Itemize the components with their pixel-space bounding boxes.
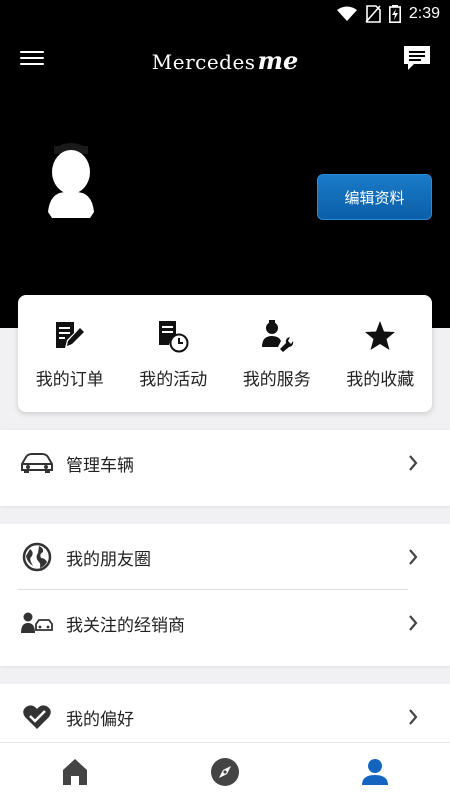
user-icon — [362, 758, 388, 785]
vehicles-section: 管理车辆 — [0, 430, 450, 506]
chevron-right-icon — [409, 615, 418, 631]
followed-dealers-row[interactable]: 我关注的经销商 — [0, 590, 450, 656]
nav-discover[interactable] — [150, 743, 300, 800]
preferences-section: 我的偏好 — [0, 684, 450, 742]
chevron-right-icon — [409, 709, 418, 725]
avatar[interactable] — [44, 142, 98, 222]
quick-label-activities: 我的活动 — [139, 370, 208, 390]
edit-profile-button[interactable]: 编辑资料 — [317, 174, 432, 220]
compass-icon — [211, 757, 239, 786]
friends-circle-label: 我的朋友圈 — [66, 549, 151, 570]
quick-item-favorites[interactable]: 我的收藏 — [329, 295, 433, 412]
quick-item-services[interactable]: 我的服务 — [225, 295, 329, 412]
nav-home[interactable] — [0, 743, 150, 800]
followed-dealers-label: 我关注的经销商 — [66, 615, 185, 636]
profile-header: Mercedesme 编辑资料 — [0, 28, 450, 328]
wifi-icon — [336, 6, 357, 21]
preferences-label: 我的偏好 — [66, 709, 134, 730]
activity-clock-icon — [159, 321, 189, 353]
logo-suffix: me — [257, 46, 299, 75]
message-icon[interactable] — [402, 44, 432, 72]
car-icon — [21, 453, 53, 473]
quick-label-favorites: 我的收藏 — [346, 370, 415, 390]
quick-item-activities[interactable]: 我的活动 — [122, 295, 226, 412]
status-time: 2:39 — [408, 5, 440, 22]
heart-icon — [23, 705, 51, 729]
battery-icon — [388, 5, 401, 23]
no-sim-icon — [365, 5, 381, 23]
chevron-right-icon — [409, 455, 418, 471]
quick-item-orders[interactable]: 我的订单 — [18, 295, 122, 412]
manage-vehicles-label: 管理车辆 — [66, 455, 134, 476]
status-bar: 2:39 — [0, 0, 450, 28]
service-wrench-icon — [261, 320, 293, 352]
home-icon — [63, 758, 87, 785]
logo-text: Mercedes — [151, 50, 256, 74]
chevron-right-icon — [409, 549, 418, 565]
app-logo: Mercedesme — [0, 46, 450, 75]
friends-circle-row[interactable]: 我的朋友圈 — [0, 524, 450, 590]
manage-vehicles-row[interactable]: 管理车辆 — [0, 430, 450, 496]
social-section: 我的朋友圈 我关注的经销商 — [0, 524, 450, 666]
quick-label-orders: 我的订单 — [35, 370, 104, 390]
star-icon — [365, 321, 396, 350]
nav-profile[interactable] — [300, 743, 450, 800]
preferences-row[interactable]: 我的偏好 — [0, 684, 450, 742]
dealer-icon — [21, 612, 53, 633]
bottom-nav — [0, 742, 450, 800]
order-edit-icon — [55, 322, 84, 348]
globe-icon — [22, 542, 52, 572]
quick-label-services: 我的服务 — [242, 370, 311, 390]
quick-actions-card: 我的订单 我的活动 我的服务 我的收藏 — [18, 295, 432, 412]
